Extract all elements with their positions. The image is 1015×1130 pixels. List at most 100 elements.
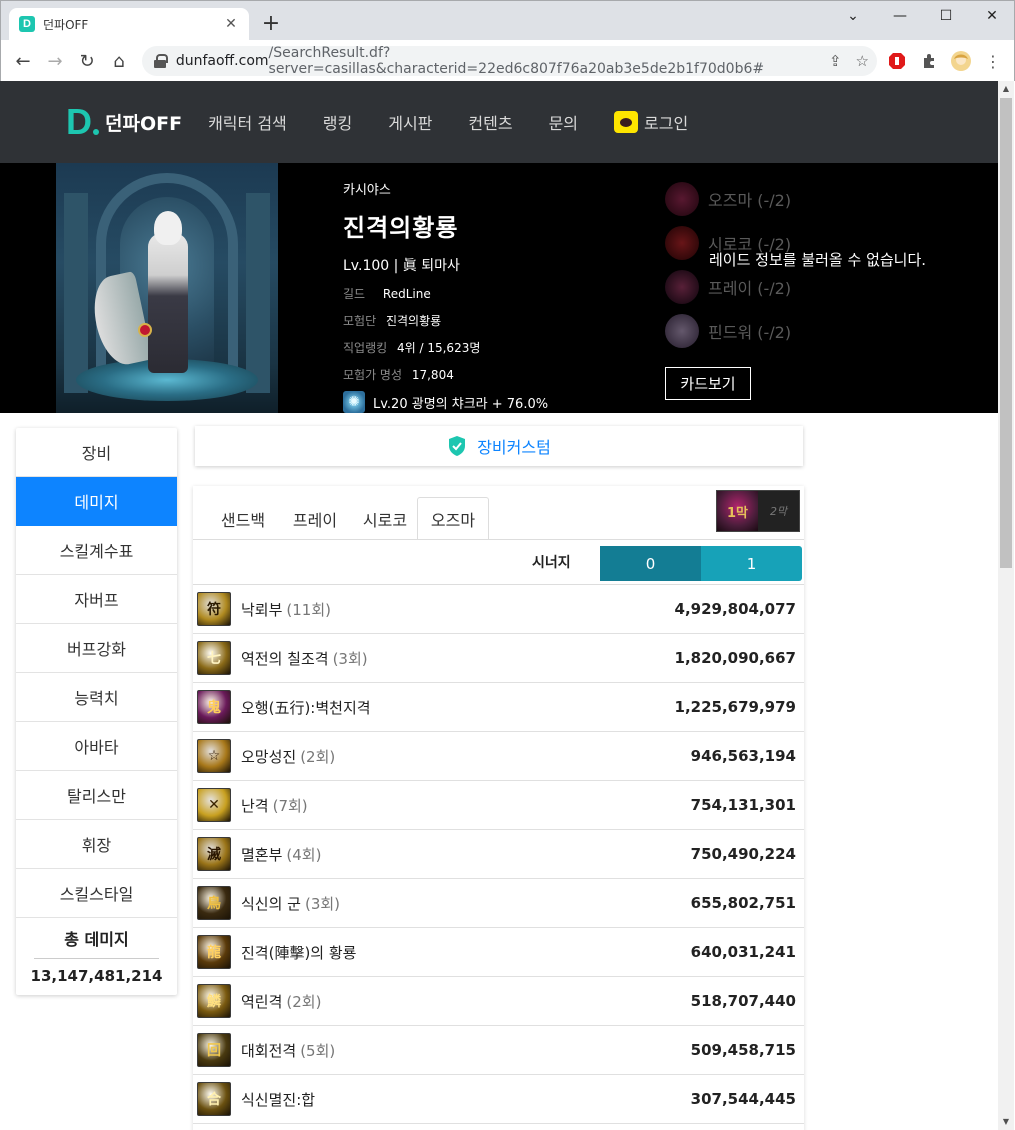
- skill-damage: 640,031,241: [690, 943, 796, 961]
- sidebar-item-equipment[interactable]: 장비: [16, 428, 177, 477]
- nav-contents[interactable]: 컨텐츠: [468, 110, 512, 134]
- sidebar-item-stats[interactable]: 능력치: [16, 673, 177, 722]
- skill-row: 符 낙뢰부 (11회) 4,929,804,077: [193, 585, 804, 634]
- skill-hit-count: (2회): [300, 747, 336, 766]
- siroco-avatar: [665, 226, 699, 260]
- sidebar-item-buff-enhance[interactable]: 버프강화: [16, 624, 177, 673]
- skill-row: ☆ 오망성진 (2회) 946,563,194: [193, 732, 804, 781]
- character-portrait: [56, 163, 278, 413]
- kakao-talk-icon: [614, 111, 639, 133]
- synergy-selector: 시너지 0 1: [193, 539, 804, 585]
- damage-panel: 샌드백 프레이 시로코 오즈마 1막 2막 시너지 0 1 符 낙뢰부 (11회) 4…: [193, 486, 804, 1130]
- skill-name-cell: 역전의 칠조격 (3회): [241, 648, 675, 669]
- skill-name-cell: 식신멸진:합: [241, 1089, 691, 1110]
- skill-damage: 4,929,804,077: [674, 600, 796, 618]
- skill-damage: 1,225,679,979: [674, 698, 796, 716]
- tab-search-chevron-icon[interactable]: ⌄: [830, 1, 876, 31]
- sidebar-item-damage[interactable]: 데미지: [16, 477, 177, 526]
- tab-ozma[interactable]: 오즈마: [417, 497, 489, 540]
- fame-value: 17,804: [411, 368, 454, 382]
- site-navbar: D 던파OFF 캐릭터 검색 랭킹 게시판 컨텐츠 문의 로그인: [0, 81, 998, 163]
- skill-name: 오행(五行):벽천지격: [241, 698, 371, 717]
- sidebar-item-talisman[interactable]: 탈리스만: [16, 771, 177, 820]
- tab-siroco[interactable]: 시로코: [351, 497, 419, 540]
- adventure-party-label: 모험단: [343, 314, 377, 328]
- minimize-button[interactable]: —: [877, 1, 923, 31]
- profile-avatar[interactable]: [951, 51, 971, 71]
- address-bar[interactable]: dunfaoff.com/SearchResult.df?server=casi…: [142, 45, 877, 77]
- synergy-option-0[interactable]: 0: [600, 546, 701, 581]
- skill-hit-count: (3회): [304, 894, 341, 913]
- new-tab-button[interactable]: +: [259, 12, 283, 36]
- tab-sandbag[interactable]: 샌드백: [207, 497, 279, 540]
- adblock-extension-icon[interactable]: [887, 51, 907, 71]
- close-window-button[interactable]: ✕: [969, 1, 1015, 31]
- extensions-puzzle-icon[interactable]: [919, 51, 939, 71]
- browser-menu-icon[interactable]: ⋮: [983, 51, 1003, 71]
- skill-damage-list: 符 낙뢰부 (11회) 4,929,804,077 七 역전의 칠조격 (3회) 1,820,…: [193, 585, 804, 1124]
- adventure-party-name[interactable]: 진격의황룡: [386, 314, 441, 328]
- skill-hit-count: (11회): [286, 600, 331, 619]
- character-hero: 카시야스 진격의황룡 Lv.100 | 眞 퇴마사 길드 RedLine 모험단…: [0, 163, 998, 413]
- logo-text: 던파OFF: [105, 112, 183, 135]
- skill-hit-count: (2회): [286, 992, 322, 1011]
- raid-item-label: 프레이 (-/2): [708, 279, 792, 298]
- skill-damage: 754,131,301: [690, 796, 796, 814]
- skill-icon: ☆: [197, 739, 231, 773]
- job-rank-row: 직업랭킹 4위 / 15,623명: [343, 339, 548, 356]
- skill-row: 龍 진격(陣擊)의 황룡 640,031,241: [193, 928, 804, 977]
- back-arrow-icon[interactable]: ←: [7, 45, 39, 77]
- lock-icon[interactable]: [154, 54, 168, 68]
- reload-icon[interactable]: ↻: [71, 45, 103, 77]
- skill-name: 식신의 군: [241, 894, 301, 913]
- scroll-up-arrow-icon[interactable]: ▲: [998, 81, 1014, 97]
- sidebar-item-self-buff[interactable]: 자버프: [16, 575, 177, 624]
- nav-board[interactable]: 게시판: [388, 110, 432, 134]
- page-scrollbar[interactable]: ▲ ▼: [998, 81, 1014, 1130]
- view-card-button[interactable]: 카드보기: [665, 367, 751, 400]
- scroll-down-arrow-icon[interactable]: ▼: [998, 1114, 1014, 1130]
- browser-chrome: D 던파OFF ✕ + ⌄ — ☐ ✕ ← → ↻ ⌂ dunfaoff.com…: [0, 0, 1015, 82]
- synergy-option-1[interactable]: 1: [701, 546, 802, 581]
- site-logo[interactable]: D 던파OFF: [66, 104, 182, 140]
- tab-close-icon[interactable]: ✕: [223, 16, 239, 32]
- guild-label: 길드: [343, 287, 366, 301]
- bookmark-star-icon[interactable]: ☆: [856, 52, 869, 70]
- total-damage-value: 13,147,481,214: [30, 967, 163, 985]
- shield-check-icon: [449, 436, 466, 456]
- phase-2-thumb[interactable]: 2막: [758, 491, 799, 531]
- skill-name-cell: 대회전격 (5회): [241, 1040, 691, 1061]
- sidebar-item-emblem[interactable]: 휘장: [16, 820, 177, 869]
- share-icon[interactable]: ⇪: [829, 52, 842, 70]
- raid-item-label: 오즈마 (-/2): [708, 191, 792, 210]
- sidebar-item-skill-style[interactable]: 스킬스타일: [16, 869, 177, 918]
- skill-name-cell: 멸혼부 (4회): [241, 844, 691, 865]
- tab-prey[interactable]: 프레이: [279, 497, 351, 540]
- guild-name[interactable]: RedLine: [383, 287, 431, 301]
- equipment-custom-button[interactable]: 장비커스텀: [195, 426, 803, 466]
- login-button[interactable]: 로그인: [614, 110, 688, 134]
- phase-1-thumb[interactable]: 1막: [717, 491, 758, 531]
- home-icon[interactable]: ⌂: [103, 45, 135, 77]
- scrollbar-thumb[interactable]: [1000, 98, 1012, 568]
- total-damage-label: 총 데미지: [34, 926, 159, 959]
- forward-arrow-icon[interactable]: →: [39, 45, 71, 77]
- skill-icon: 回: [197, 1033, 231, 1067]
- character-info: 카시야스 진격의황룡 Lv.100 | 眞 퇴마사 길드 RedLine 모험단…: [343, 179, 548, 413]
- nav-character-search[interactable]: 캐릭터 검색: [208, 110, 287, 134]
- url-host: dunfaoff.com: [175, 53, 269, 69]
- nav-ranking[interactable]: 랭킹: [323, 110, 352, 134]
- sidebar-item-avatar[interactable]: 아바타: [16, 722, 177, 771]
- nav-inquiry[interactable]: 문의: [549, 110, 578, 134]
- chakra-icon: ✺: [343, 391, 365, 413]
- synergy-label: 시너지: [532, 555, 571, 571]
- skill-damage: 750,490,224: [690, 845, 796, 863]
- server-name: 카시야스: [343, 183, 391, 198]
- raid-phase-thumbnail[interactable]: 1막 2막: [716, 490, 800, 532]
- sidebar-item-skill-coefficients[interactable]: 스킬계수표: [16, 526, 177, 575]
- raid-item-fiend-war: 핀드워 (-/2): [665, 309, 791, 353]
- skill-name-cell: 오행(五行):벽천지격: [241, 697, 675, 718]
- maximize-button[interactable]: ☐: [923, 1, 969, 31]
- browser-tab[interactable]: D 던파OFF ✕: [9, 8, 249, 40]
- skill-name: 역린격: [241, 992, 283, 1011]
